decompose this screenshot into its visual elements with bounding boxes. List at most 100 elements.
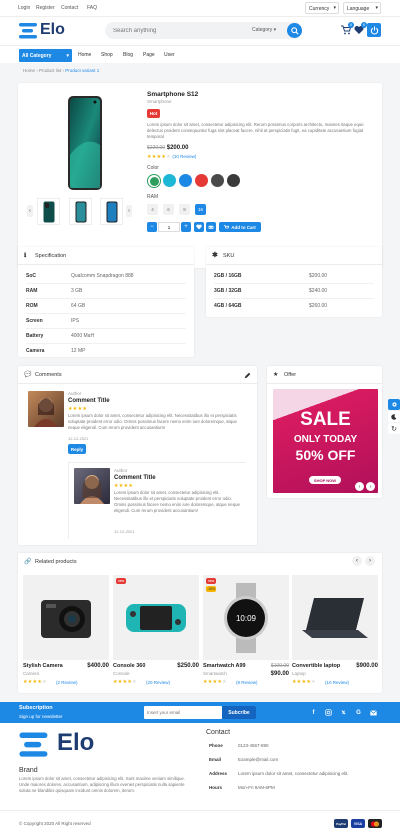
thumbnail-3[interactable] bbox=[100, 198, 123, 225]
search-button[interactable] bbox=[287, 23, 302, 38]
logo[interactable]: Elo bbox=[19, 20, 71, 42]
offer-prev-button[interactable]: ‹ bbox=[355, 482, 364, 491]
sku-card: ✱ SKU 2GB / 16GB $200.00 3GB / 32GB $240.0… bbox=[206, 247, 382, 317]
cart-button[interactable]: 0 bbox=[341, 22, 354, 37]
ram-option-8[interactable]: 8 bbox=[179, 204, 190, 215]
spec-value: 4000 MaH bbox=[71, 333, 95, 339]
nav-item-home[interactable]: Home bbox=[78, 52, 91, 58]
visa-badge: VISA bbox=[351, 819, 365, 828]
old-price: $220.00 bbox=[147, 145, 166, 151]
offer-banner[interactable]: SALE ONLY TODAY 50% OFF SHOP NOW ‹ › bbox=[273, 389, 378, 493]
thumbnail-2[interactable] bbox=[69, 198, 92, 225]
subscribe-button[interactable]: Subcribe bbox=[222, 706, 256, 719]
reply-button[interactable]: Reply bbox=[68, 444, 86, 454]
color-swatch-green[interactable] bbox=[147, 174, 161, 188]
refresh-float-button[interactable]: ↻ bbox=[388, 423, 400, 434]
offer-next-button[interactable]: › bbox=[366, 482, 375, 491]
footer-logo[interactable]: Elo bbox=[19, 729, 109, 759]
ram-option-4[interactable]: 4 bbox=[147, 204, 158, 215]
facebook-button[interactable]: f bbox=[309, 708, 318, 717]
email-social-button[interactable] bbox=[369, 708, 378, 717]
spec-key: ROM bbox=[26, 303, 38, 309]
ram-option-16[interactable]: 16 bbox=[195, 204, 206, 215]
related-prev-button[interactable]: ‹ bbox=[352, 556, 362, 566]
faq-link[interactable]: FAQ bbox=[87, 5, 97, 11]
contact-link[interactable]: Contact bbox=[61, 5, 78, 11]
instagram-button[interactable] bbox=[324, 708, 333, 717]
edit-comment-button[interactable] bbox=[242, 370, 252, 380]
twitter-button[interactable]: 𝕩 bbox=[339, 708, 348, 717]
comment-author-label: Author bbox=[114, 468, 128, 473]
product-description: Lorem ipsum dolor sit amet, consectetur … bbox=[147, 122, 364, 139]
dark-mode-float-button[interactable] bbox=[388, 411, 400, 422]
spec-key: SoC bbox=[26, 273, 36, 279]
comment-text: Lorem ipsum dolor sit amet, consectetur … bbox=[68, 413, 237, 430]
product-main-image[interactable] bbox=[37, 91, 133, 194]
wishlist-button[interactable]: 0 bbox=[354, 22, 367, 37]
product-review-link[interactable]: (20 Review) bbox=[146, 680, 170, 685]
product-card-item[interactable]: 10:09 new -15% Smartwatch A99 $100.00 Sm… bbox=[203, 575, 289, 690]
subscription-title: Subscription bbox=[19, 705, 53, 711]
nav-item-shop[interactable]: Shop bbox=[101, 52, 113, 58]
avatar bbox=[28, 391, 64, 427]
thumb-prev-button[interactable]: ‹ bbox=[27, 205, 33, 217]
color-swatch-cyan[interactable] bbox=[163, 174, 176, 187]
breadcrumb-home[interactable]: Home bbox=[23, 68, 35, 73]
logo-icon bbox=[19, 732, 48, 757]
specification-title: Specification bbox=[35, 253, 67, 259]
contact-email-value[interactable]: Example@mail.com bbox=[238, 757, 278, 762]
color-swatch-red[interactable] bbox=[195, 174, 208, 187]
breadcrumb-product-list[interactable]: Product list bbox=[39, 68, 61, 73]
spec-value: Qualcomm Snapdragon 888 bbox=[71, 273, 134, 279]
wishlist-add-button[interactable] bbox=[194, 222, 204, 232]
power-button[interactable] bbox=[367, 23, 381, 37]
language-select[interactable]: Language ▾ bbox=[343, 2, 381, 14]
color-swatch-charcoal[interactable] bbox=[227, 174, 240, 187]
smartphone-image bbox=[68, 95, 102, 190]
review-count-link[interactable]: (10 Review) bbox=[172, 154, 196, 159]
product-review-link[interactable]: (8 Review) bbox=[236, 680, 258, 685]
compare-button[interactable] bbox=[206, 222, 216, 232]
quantity-increase-button[interactable]: + bbox=[181, 222, 191, 232]
sku-title: SKU bbox=[223, 253, 235, 259]
product-card-item[interactable]: Convertible laptop $900.00 Laptop ★★★★★ … bbox=[292, 575, 378, 690]
login-link[interactable]: Login bbox=[18, 5, 30, 11]
cart-icon bbox=[224, 224, 230, 228]
subscription-bar: Subscription Sign up for newsletter Subc… bbox=[0, 702, 400, 723]
register-link[interactable]: Register bbox=[36, 5, 55, 11]
currency-label: Currency bbox=[309, 6, 330, 12]
nav-item-user[interactable]: User bbox=[164, 52, 175, 58]
color-swatch-green-fill bbox=[149, 176, 159, 186]
nav-item-page[interactable]: Page bbox=[143, 52, 155, 58]
shop-now-button[interactable]: SHOP NOW bbox=[309, 476, 341, 484]
color-swatch-dark-gray[interactable] bbox=[211, 174, 224, 187]
add-to-cart-button[interactable]: Add to Cart bbox=[219, 222, 261, 232]
product-stars: ★★★★★ bbox=[113, 679, 137, 685]
all-category-button[interactable]: All Category ▾ bbox=[19, 49, 72, 62]
search-input[interactable] bbox=[113, 25, 223, 36]
thumbnail-1[interactable] bbox=[37, 198, 60, 225]
comments-title: Comments bbox=[35, 372, 62, 378]
settings-float-button[interactable] bbox=[388, 399, 400, 410]
product-card-item[interactable]: Stylish Camera $400.00 Camera ★★★★★ (2 R… bbox=[23, 575, 109, 690]
quantity-decrease-button[interactable]: − bbox=[147, 222, 157, 232]
google-button[interactable]: G bbox=[354, 708, 363, 717]
thumb-next-button[interactable]: › bbox=[126, 205, 132, 217]
quantity-input[interactable] bbox=[158, 222, 180, 232]
spec-value: 3 GB bbox=[71, 288, 83, 294]
product-review-link[interactable]: (2 Review) bbox=[56, 680, 78, 685]
ram-option-6[interactable]: 6 bbox=[163, 204, 174, 215]
product-category: Camera bbox=[23, 671, 40, 676]
product-card-item[interactable]: new Console 360 $250.00 Console ★★★★★ (2… bbox=[113, 575, 199, 690]
spec-key: Camera bbox=[26, 348, 45, 354]
current-price: $200.00 bbox=[166, 145, 189, 151]
email-field[interactable] bbox=[144, 706, 222, 719]
category-dropdown[interactable]: Category ▾ bbox=[252, 27, 276, 33]
spec-value: 12 MP bbox=[71, 348, 86, 354]
color-swatch-blue[interactable] bbox=[179, 174, 192, 187]
contact-heading: Contact bbox=[206, 729, 231, 736]
related-next-button[interactable]: › bbox=[365, 556, 375, 566]
currency-select[interactable]: Currency ▾ bbox=[305, 2, 339, 14]
product-review-link[interactable]: (10 Review) bbox=[325, 680, 349, 685]
nav-item-blog[interactable]: Blog bbox=[123, 52, 133, 58]
